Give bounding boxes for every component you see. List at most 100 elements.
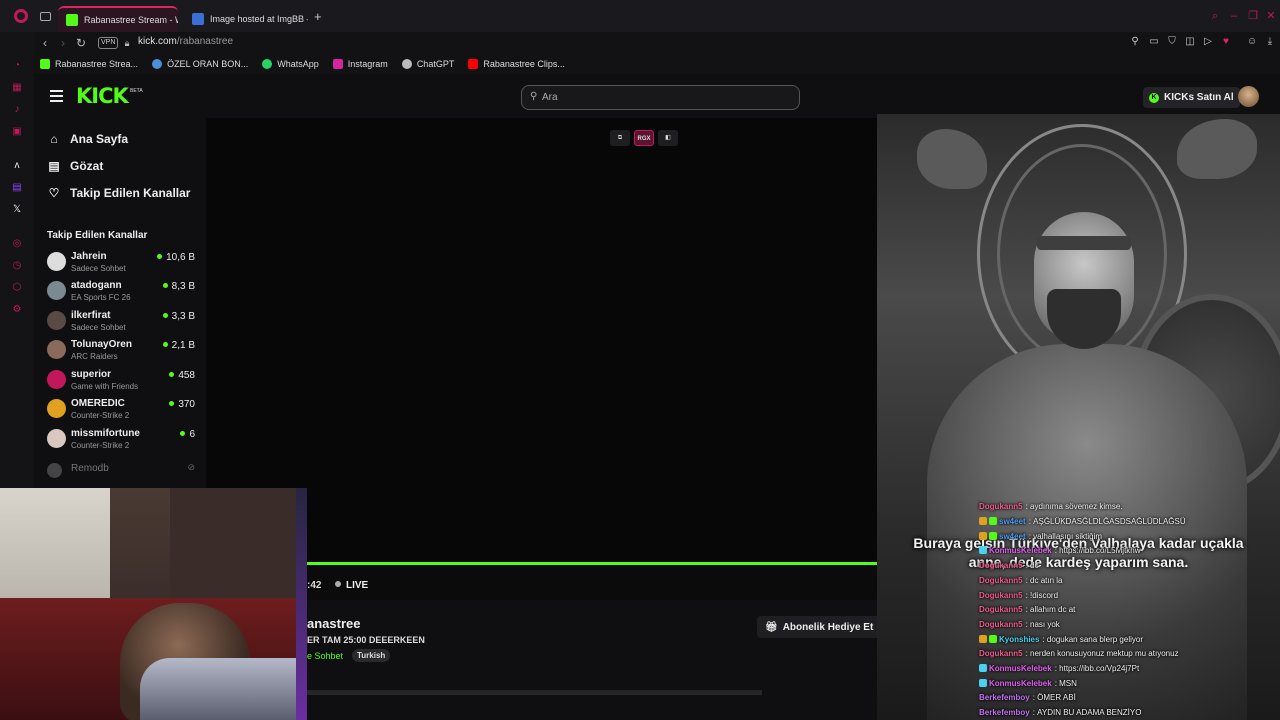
snapshot-icon[interactable]: ▭ [1148,36,1160,48]
stream-category[interactable]: e Sohbet [307,651,343,661]
gift-icon: 🎁︎ [765,621,778,633]
forward-icon[interactable]: › [56,36,70,50]
sidebar-item-following[interactable]: ♡ Takip Edilen Kanallar [47,184,191,202]
viewer-count: 10,6 B [157,252,195,263]
bookmark-instagram[interactable]: Instagram [332,59,388,69]
viewer-count: 370 [169,399,195,410]
chat-overlay: Dogukann5: aydınıma sövemez kimse. sw4ee… [979,485,1280,720]
url-path: /rabanastree [176,36,234,47]
streamer-name[interactable]: anastree [307,616,360,631]
music-icon[interactable]: ♪ [11,104,23,116]
profile-icon[interactable]: ☺ [1246,36,1258,48]
download-icon[interactable]: ⤓ [1264,36,1276,48]
avatar [47,429,66,448]
opera-logo-icon[interactable] [14,9,28,23]
channel-item-remodb[interactable]: Remodb ⊘ [47,461,197,487]
bookmark-rabanastree-clips[interactable]: Rabanastree Clips... [468,59,565,69]
chat-message: Dogukann5: !discord [979,590,1059,600]
lock-icon[interactable]: 🔒︎ [120,36,134,50]
close-icon[interactable]: ✕ [1265,10,1277,22]
tab-imgbb[interactable]: Image hosted at ImgBB — [184,6,308,32]
channel-item-missmifortune[interactable]: missmifortune Counter-Strike 2 6 [47,427,197,453]
tab-title: Rabanastree Stream - Wa [84,15,178,25]
channel-item-superior[interactable]: superior Game with Friends 458 [47,368,197,394]
stream-time: :42 [307,580,322,591]
avatar[interactable] [1238,86,1259,107]
play-icon[interactable]: ▷ [1202,36,1214,48]
chat-message: sw4eet: AŞĞLÜKDASĞLDLĞASDSAĞLÜDLAĞSÜ [979,514,1186,528]
webcam-overlay [0,488,307,720]
bookmark-whatsapp[interactable]: WhatsApp [262,59,319,69]
chat-message: Kyonshies: dogukan sana blerp geliyor [979,632,1143,646]
channel-item-tolunayoren[interactable]: TolunayOren ARC Raiders 2,1 B [47,338,197,364]
extensions-icon[interactable]: ⬡ [11,282,23,294]
camera-icon[interactable]: ◫ [1184,36,1196,48]
url-field[interactable]: kick.com/rabanastree [138,36,233,47]
x-icon[interactable]: 𝕏 [11,204,23,216]
channel-item-atadogann[interactable]: atadogann EA Sports FC 26 8,3 B [47,279,197,305]
tab-rabanastree-stream[interactable]: Rabanastree Stream - Wa [58,6,178,32]
twitch-like-icon[interactable]: ▣ [11,126,23,138]
viewer-count: 2,1 B [163,340,195,351]
tab-overview-icon[interactable] [40,12,51,21]
minimize-icon[interactable]: – [1228,10,1240,22]
offline-icon: ⊘ [187,462,195,472]
channel-item-omeredic[interactable]: OMEREDIC Counter-Strike 2 370 [47,397,197,423]
bookmark-rabanastree[interactable]: Rabanastree Strea... [40,59,138,69]
avatar [47,252,66,271]
buy-kicks-button[interactable]: K KICKs Satın Al [1143,87,1240,108]
channel-item-jahrein[interactable]: Jahrein Sadece Sohbet 10,6 B [47,250,197,276]
aria-icon[interactable]: ◔ [11,60,23,72]
chat-message: Dogukann5: allahım dc at [979,604,1076,614]
chat-message: Berkefemboy: AYDIN BU ADAMA BENZİYO [979,707,1142,717]
search-input[interactable] [542,90,782,105]
hamburger-menu-icon[interactable] [50,90,63,102]
channel-item-ilkerfirat[interactable]: ilkerfirat Sadece Sohbet 3,3 B [47,309,197,335]
vpn-badge[interactable]: VPN [98,37,119,49]
history-icon[interactable]: ◷ [11,260,23,272]
reload-icon[interactable]: ↻ [74,36,88,50]
tab-title: Image hosted at ImgBB — [210,14,308,24]
bookmarks-bar: Rabanastree Strea... ÖZEL ORAN BON... Wh… [34,54,1280,74]
viewer-count: 458 [169,370,195,381]
search-icon: ⚲ [530,91,538,102]
stream-progress-bar[interactable] [307,562,877,565]
gift-subscription-button[interactable]: 🎁︎ Abonelik Hediye Et [757,616,882,638]
kick-side-icon[interactable]: ʌ [11,160,23,172]
kick-favicon-icon [66,14,78,26]
kick-header: KICK BETA ⚲ K KICKs Satın Al [34,74,1280,118]
url-domain: kick.com [138,36,177,47]
browser-tab-bar: Rabanastree Stream - Wa Image hosted at … [0,0,1280,32]
twitch-icon[interactable]: ▤ [11,182,23,194]
chat-message: sw4eet: valhallasını siktiğim [979,529,1102,543]
popout-icon[interactable]: ⧉ [610,130,630,146]
kick-logo[interactable]: KICK [76,84,129,108]
new-tab-button[interactable]: + [314,9,322,24]
avatar [47,340,66,359]
sidebar-item-home[interactable]: ⌂ Ana Sayfa [47,130,128,148]
search-box[interactable]: ⚲ [521,85,800,110]
stream-info: anastree ER TAM 25:00 DEEERKEEN e Sohbet… [307,600,882,720]
pinboard-icon[interactable]: ◎ [11,238,23,250]
buy-kicks-label: KICKs Satın Al [1164,92,1234,103]
settings-icon[interactable]: ⚙ [11,304,23,316]
followed-channels-title: Takip Edilen Kanallar [47,230,148,241]
adblock-icon[interactable]: ⛉ [1166,36,1178,48]
chat-message: KonmusKelebek: https://ibb.co/L5Mjtkhw [979,543,1141,557]
stream-title: ER TAM 25:00 DEEERKEEN [307,635,425,645]
instagram-icon [332,59,343,69]
back-icon[interactable]: ‹ [38,36,52,50]
shop-icon[interactable]: ▦ [11,82,23,94]
kick-icon [40,59,50,69]
bookmark-chatgpt[interactable]: ChatGPT [401,59,454,69]
viewer-count: 3,3 B [163,311,195,322]
sidebar-item-browse[interactable]: ▤ Gözat [47,157,103,175]
theatre-icon[interactable]: ◧ [658,130,678,146]
bookmark-ozel-oran[interactable]: ÖZEL ORAN BON... [152,59,248,69]
maximize-icon[interactable]: ❐ [1247,10,1259,22]
language-tag[interactable]: Turkish [352,649,391,662]
bookmark-icon[interactable]: ⚲ [1129,36,1141,48]
rgx-button[interactable]: RGX [634,130,654,146]
search-tabs-icon[interactable]: ⌕ [1209,10,1221,22]
heart-icon[interactable]: ♥ [1220,36,1232,48]
